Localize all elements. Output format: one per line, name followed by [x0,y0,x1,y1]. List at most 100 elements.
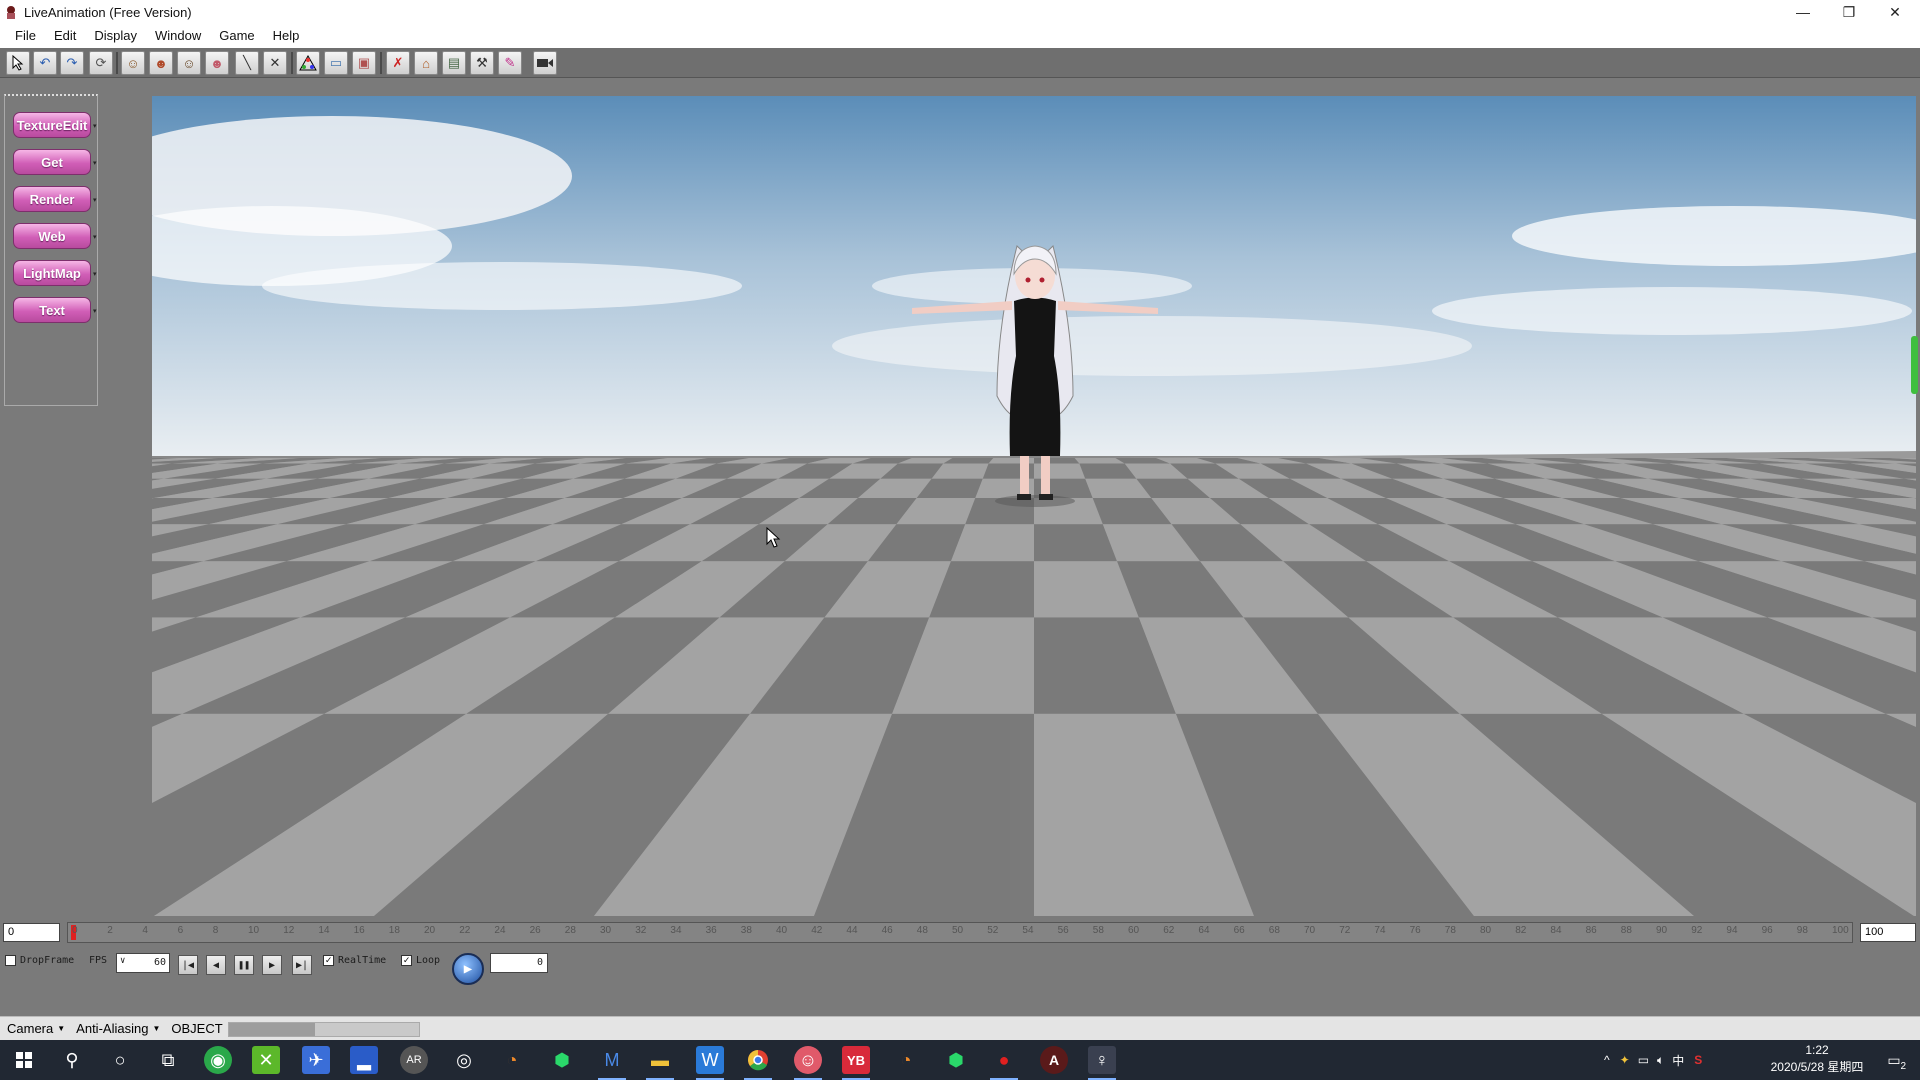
color-chart-icon[interactable] [296,51,320,75]
dropframe-checkbox[interactable] [5,955,16,966]
step-back-button[interactable]: ◀ [206,955,226,975]
get-dropdown-icon[interactable]: ▾ [93,159,99,167]
web-button[interactable]: Web [13,223,91,249]
chrome-icon[interactable] [744,1046,772,1080]
tray-expand-icon[interactable]: ^ [1604,1053,1610,1067]
house-icon[interactable]: ⌂ [414,51,438,75]
title-bar: LiveAnimation (Free Version) — ❐ ✕ [0,0,1920,24]
character-4-icon[interactable]: ☻ [205,51,229,75]
brush-icon[interactable]: ✎ [498,51,522,75]
blender-2-icon[interactable]: ◔ [892,1046,920,1074]
menu-file[interactable]: File [6,24,45,48]
system-clock[interactable]: 1:22 2020/5/28 星期四 [1752,1042,1882,1078]
pink-app-icon[interactable]: ☺ [794,1046,822,1080]
go-end-button[interactable]: ▶| [292,955,312,975]
yb-app-icon[interactable]: YB [842,1046,870,1080]
record-icon[interactable]: ● [990,1046,1018,1080]
go-start-button[interactable]: |◀ [178,955,198,975]
text-dropdown-icon[interactable]: ▾ [93,307,99,315]
texture-edit-dropdown-icon[interactable]: ▾ [93,122,99,130]
green-app-icon[interactable]: ◉ [204,1046,232,1074]
landscape-icon[interactable]: ▤ [442,51,466,75]
obs-icon[interactable]: ◎ [450,1046,478,1074]
w-app-icon[interactable]: W [696,1046,724,1080]
green-hex-icon[interactable]: ⬢ [548,1046,576,1074]
restore-button[interactable]: ❐ [1826,0,1872,24]
dark-app-icon[interactable]: AR [400,1046,428,1074]
timeline-tick: 28 [564,925,576,936]
line-tool-icon[interactable]: ╲ [235,51,259,75]
timeline-tick: 86 [1585,925,1597,936]
character-3-icon[interactable]: ☺ [177,51,201,75]
timeline-tick: 94 [1726,925,1738,936]
live-animation-icon[interactable]: ♀ [1088,1046,1116,1080]
tray-app-icon[interactable]: ✦ [1620,1053,1630,1067]
blender-icon[interactable]: ◔ [498,1046,526,1074]
sogou-icon[interactable]: S [1694,1053,1702,1067]
render-dropdown-icon[interactable]: ▾ [93,196,99,204]
3d-viewport[interactable] [152,96,1916,916]
menu-display[interactable]: Display [85,24,146,48]
volume-icon[interactable]: 🔈︎ [1657,1053,1664,1068]
search-icon[interactable]: ⚲ [58,1046,86,1074]
web-dropdown-icon[interactable]: ▾ [93,233,99,241]
blue-app-icon[interactable]: ▂ [350,1046,378,1074]
step-forward-button[interactable]: ▶ [262,955,282,975]
loop-checkbox[interactable]: ✓ [401,955,412,966]
ime-indicator[interactable]: 中 [1672,1052,1684,1069]
green-hex-2-icon[interactable]: ⬢ [942,1046,970,1074]
delete-x-icon[interactable]: ✕ [263,51,287,75]
realtime-checkbox[interactable]: ✓ [323,955,334,966]
taskbar: ⚲ ○ ⧉ ◉ ✕ ✈ ▂ AR ◎ ◔ ⬢ M ▬ W ☺ YB ◔ ⬢ ● … [0,1040,1920,1080]
render-button[interactable]: Render [13,186,91,212]
pause-button[interactable]: ❚❚ [234,955,254,975]
refresh-icon[interactable]: ⟳ [89,51,113,75]
texture-edit-button[interactable]: TextureEdit [13,112,91,138]
timeline-ruler[interactable]: 0 2 4 6 8 10 12 14 16 18 20 22 24 26 28 30 32 34 36 38 40 42 4… [67,922,1853,943]
blue-bird-icon[interactable]: ✈ [302,1046,330,1074]
antialiasing-dropdown-icon[interactable]: ▼ [152,1024,160,1033]
camera-frame-icon[interactable]: ▣ [352,51,376,75]
a-app-icon[interactable]: A [1040,1046,1068,1074]
window-frame-icon[interactable]: ▭ [324,51,348,75]
lightmap-dropdown-icon[interactable]: ▾ [93,270,99,278]
notifications-icon[interactable]: ▭ 2 [1880,1046,1908,1074]
windows-start-icon[interactable] [10,1046,38,1074]
character-2-icon[interactable]: ☻ [149,51,173,75]
lightmap-button[interactable]: LightMap [13,260,91,286]
antialiasing-menu[interactable]: Anti-Aliasing [69,1021,152,1036]
minimize-button[interactable]: — [1780,0,1826,24]
get-button[interactable]: Get [13,149,91,175]
file-explorer-icon[interactable]: ▬ [646,1046,674,1080]
menu-edit[interactable]: Edit [45,24,85,48]
camera-menu[interactable]: Camera [0,1021,57,1036]
close-button[interactable]: ✕ [1872,0,1918,24]
video-camera-icon[interactable] [533,51,557,75]
fps-dropdown-icon[interactable]: ∨ [120,956,125,966]
timeline-start-input[interactable]: 0 [3,923,60,942]
mode-menu[interactable]: OBJECT [164,1021,226,1036]
play-button[interactable]: ▶ [452,953,484,985]
timeline-tick: 16 [353,925,365,936]
side-scroll-indicator[interactable] [1911,336,1918,394]
menu-window[interactable]: Window [146,24,210,48]
current-frame-input[interactable]: 0 [490,953,548,973]
character-1-icon[interactable]: ☺ [121,51,145,75]
timeline-tick: 40 [776,925,788,936]
fps-select[interactable]: ∨ 60 [116,953,170,973]
word-m-icon[interactable]: M [598,1046,626,1080]
menu-game[interactable]: Game [210,24,263,48]
tools-icon[interactable]: ⚒ [470,51,494,75]
task-view-icon[interactable]: ⧉ [154,1046,182,1074]
select-arrow-icon[interactable] [6,51,30,75]
camera-dropdown-icon[interactable]: ▼ [57,1024,65,1033]
cortana-icon[interactable]: ○ [106,1046,134,1074]
text-button[interactable]: Text [13,297,91,323]
timeline-end-input[interactable]: 100 [1860,923,1916,942]
excel-like-icon[interactable]: ✕ [252,1046,280,1074]
redo-icon[interactable]: ↷ [60,51,84,75]
undo-icon[interactable]: ↶ [33,51,57,75]
red-figure-icon[interactable]: ✗ [386,51,410,75]
menu-help[interactable]: Help [264,24,309,48]
network-icon[interactable]: ▭ [1638,1053,1649,1067]
